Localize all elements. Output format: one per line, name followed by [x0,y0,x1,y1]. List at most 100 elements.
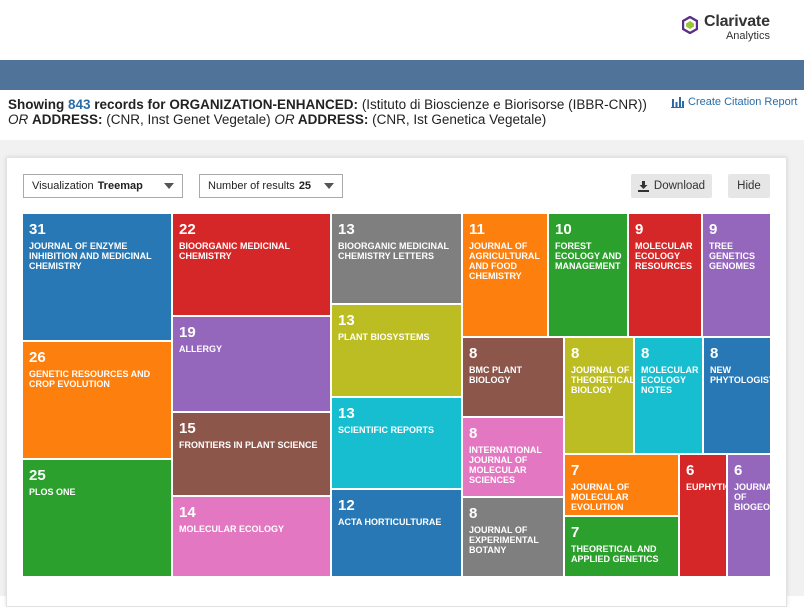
tile-count: 15 [179,420,196,437]
tile-count: 19 [179,324,196,341]
search-summary: Showing 843 records for ORGANIZATION-ENH… [8,97,648,127]
tile-label: MOLECULAR ECOLOGY NOTES [641,365,699,395]
tile-label: PLOS ONE [29,487,76,497]
treemap-tile[interactable]: 8 JOURNAL OF THEORETICAL BIOLOGY [565,338,633,453]
treemap-tile[interactable]: 31 JOURNAL OF ENZYME INHIBITION AND MEDIC… [23,214,171,340]
tile-label: BMC PLANT BIOLOGY [469,365,522,385]
treemap-tile[interactable]: 13 BIOORGANIC MEDICINAL CHEMISTRY LETTERS [332,214,461,303]
tile-label: JOURNAL OF BIOGEOGRAPHY [734,482,770,512]
tile-label: THEORETICAL AND APPLIED GENETICS [571,544,659,564]
number-of-results-select[interactable]: Number of results 25 [199,174,343,198]
tile-label: JOURNAL OF MOLECULAR EVOLUTION [571,482,630,512]
treemap-tile[interactable]: 8 NEW PHYTOLOGIST [704,338,770,453]
tile-count: 8 [571,345,580,362]
tile-count: 8 [641,345,650,362]
tile-count: 31 [29,221,46,238]
treemap-tile[interactable]: 14 MOLECULAR ECOLOGY [173,497,330,576]
treemap-tile[interactable]: 8 BMC PLANT BIOLOGY [463,338,563,416]
chevron-down-icon [164,183,174,189]
treemap-tile[interactable]: 13 SCIENTIFIC REPORTS [332,398,461,488]
query-field-3: ADDRESS: [294,112,369,127]
treemap-tile[interactable]: 6 EUPHYTICA [680,455,726,576]
record-count: 843 [68,97,91,112]
query-value-1: (Istituto di Bioscienze e Biorisorse (IB… [358,97,647,112]
visualization-label: Visualization [32,180,94,192]
tile-label: FOREST ECOLOGY AND MANAGEMENT [555,241,622,271]
chevron-down-icon [324,183,334,189]
tile-label: SCIENTIFIC REPORTS [338,425,435,435]
query-or-1: OR [8,112,29,127]
treemap-tile[interactable]: 7 JOURNAL OF MOLECULAR EVOLUTION [565,455,678,515]
hide-label: Hide [737,180,761,192]
visualization-value: Treemap [97,180,143,192]
tile-label: PLANT BIOSYSTEMS [338,332,430,342]
brand-sub: Analytics [725,30,770,42]
treemap-tile[interactable]: 8 MOLECULAR ECOLOGY NOTES [635,338,702,453]
tile-count: 7 [571,524,580,541]
treemap-tile[interactable]: 6 JOURNAL OF BIOGEOGRAPHY [728,455,770,576]
treemap-tile[interactable]: 15 FRONTIERS IN PLANT SCIENCE [173,413,330,495]
tile-label: EUPHYTICA [686,482,726,492]
treemap-tile[interactable]: 25 PLOS ONE [23,460,171,576]
brand-name: Clarivate [703,13,770,30]
navigation-bar [0,60,804,90]
tile-label: JOURNAL OF EXPERIMENTAL BOTANY [469,525,539,555]
treemap-tile[interactable]: 12 ACTA HORTICULTURAE [332,490,461,576]
treemap-tile[interactable]: 10 FOREST ECOLOGY AND MANAGEMENT [549,214,627,336]
tile-label: ACTA HORTICULTURAE [338,517,442,527]
treemap-tile[interactable]: 8 JOURNAL OF EXPERIMENTAL BOTANY [463,498,563,576]
tile-count: 8 [469,345,478,362]
tile-label: MOLECULAR ECOLOGY [179,524,284,534]
tile-label: JOURNAL OF THEORETICAL BIOLOGY [571,365,633,395]
treemap-tile[interactable]: 9 MOLECULAR ECOLOGY RESOURCES [629,214,701,336]
tile-count: 10 [555,221,572,238]
query-value-3: (CNR, Ist Genetica Vegetale) [368,112,547,127]
tile-label: BIOORGANIC MEDICINAL CHEMISTRY [179,241,290,261]
query-field-1: ORGANIZATION-ENHANCED: [169,97,359,112]
download-label: Download [653,180,706,192]
download-button[interactable]: Download [631,174,712,198]
tile-label: NEW PHYTOLOGIST [710,365,770,385]
treemap-tile[interactable]: 13 PLANT BIOSYSTEMS [332,305,461,396]
query-field-2: ADDRESS: [32,112,103,127]
treemap-tile[interactable]: 22 BIOORGANIC MEDICINAL CHEMISTRY [173,214,330,315]
treemap-tile[interactable]: 11 JOURNAL OF AGRICULTURAL AND FOOD CHEMI… [463,214,547,336]
tile-label: INTERNATIONAL JOURNAL OF MOLECULAR SCIEN… [469,445,542,485]
query-or-2: OR [274,112,295,127]
tile-count: 14 [179,504,196,521]
query-value-2: (CNR, Inst Genet Vegetale) [102,112,275,127]
clarivate-logo[interactable]: Clarivate Analytics [681,13,770,42]
tile-count: 13 [338,312,355,329]
treemap-tile[interactable]: 26 GENETIC RESOURCES AND CROP EVOLUTION [23,342,171,458]
treemap-tile[interactable]: 8 INTERNATIONAL JOURNAL OF MOLECULAR SCIE… [463,418,563,496]
tile-label: TREE GENETICS GENOMES [709,241,756,271]
treemap-tile[interactable]: 19 ALLERGY [173,317,330,411]
tile-count: 26 [29,349,46,366]
tile-count: 8 [710,345,719,362]
results-label: Number of results [208,180,295,192]
tile-label: JOURNAL OF AGRICULTURAL AND FOOD CHEMIST… [469,241,540,281]
clarivate-logo-icon [681,16,698,34]
create-citation-report-link[interactable]: Create Citation Report [671,96,797,108]
bar-chart-icon [671,96,684,108]
citation-report-label: Create Citation Report [688,96,798,108]
treemap-tile[interactable]: 7 THEORETICAL AND APPLIED GENETICS [565,517,678,576]
hide-button[interactable]: Hide [728,174,770,198]
tile-label: BIOORGANIC MEDICINAL CHEMISTRY LETTERS [338,241,449,261]
tile-count: 12 [338,497,355,514]
tile-label: MOLECULAR ECOLOGY RESOURCES [635,241,693,271]
tile-count: 13 [338,221,355,238]
tile-count: 9 [635,221,644,238]
tile-label: GENETIC RESOURCES AND CROP EVOLUTION [29,369,151,389]
treemap-tile[interactable]: 9 TREE GENETICS GENOMES [703,214,770,336]
visualization-select[interactable]: Visualization Treemap [23,174,183,198]
top-header: Clarivate Analytics [0,0,804,60]
tile-count: 25 [29,467,46,484]
results-value: 25 [298,180,312,192]
tile-label: JOURNAL OF ENZYME INHIBITION AND MEDICIN… [29,241,152,271]
tile-count: 8 [469,505,478,522]
tile-count: 13 [338,405,355,422]
tile-count: 7 [571,462,580,479]
tile-count: 6 [686,462,695,479]
tile-count: 6 [734,462,743,479]
